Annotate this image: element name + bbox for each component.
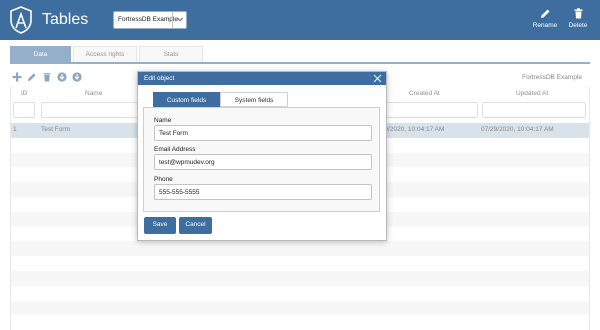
tab-system-fields[interactable]: System fields: [220, 92, 288, 107]
email-field[interactable]: test@wpmudev.org: [154, 154, 372, 170]
name-field[interactable]: Test Form: [154, 125, 372, 141]
dialog-header: Edit object: [138, 72, 386, 85]
delete-label: Delete: [568, 22, 588, 29]
cancel-button[interactable]: Cancel: [179, 217, 212, 234]
phone-field-label: Phone: [154, 176, 173, 183]
app-title: Tables: [42, 11, 89, 28]
tab-custom-fields[interactable]: Custom fields: [153, 92, 220, 107]
save-button[interactable]: Save: [144, 217, 176, 234]
pencil-icon: [540, 9, 549, 18]
phone-field[interactable]: 555-555-5555: [154, 184, 372, 200]
close-icon[interactable]: [373, 74, 382, 83]
rename-button[interactable]: Rename: [528, 8, 562, 29]
delete-button[interactable]: Delete: [561, 8, 595, 29]
dialog-title: Edit object: [144, 75, 175, 82]
edit-object-dialog: Edit object Custom fields System fields …: [137, 71, 387, 241]
top-bar: Tables FortressDB Example Rename Delete: [0, 0, 600, 40]
database-select-value: FortressDB Example: [118, 16, 178, 23]
database-select[interactable]: FortressDB Example: [113, 11, 187, 29]
fortress-logo-icon: [10, 6, 32, 34]
trash-icon: [574, 8, 582, 19]
chevron-down-icon: [172, 12, 186, 28]
name-field-label: Name: [154, 117, 172, 124]
rename-label: Rename: [532, 22, 558, 29]
email-field-label: Email Address: [154, 146, 196, 153]
custom-fields-panel: Name Test Form Email Address test@wpmude…: [143, 107, 380, 212]
